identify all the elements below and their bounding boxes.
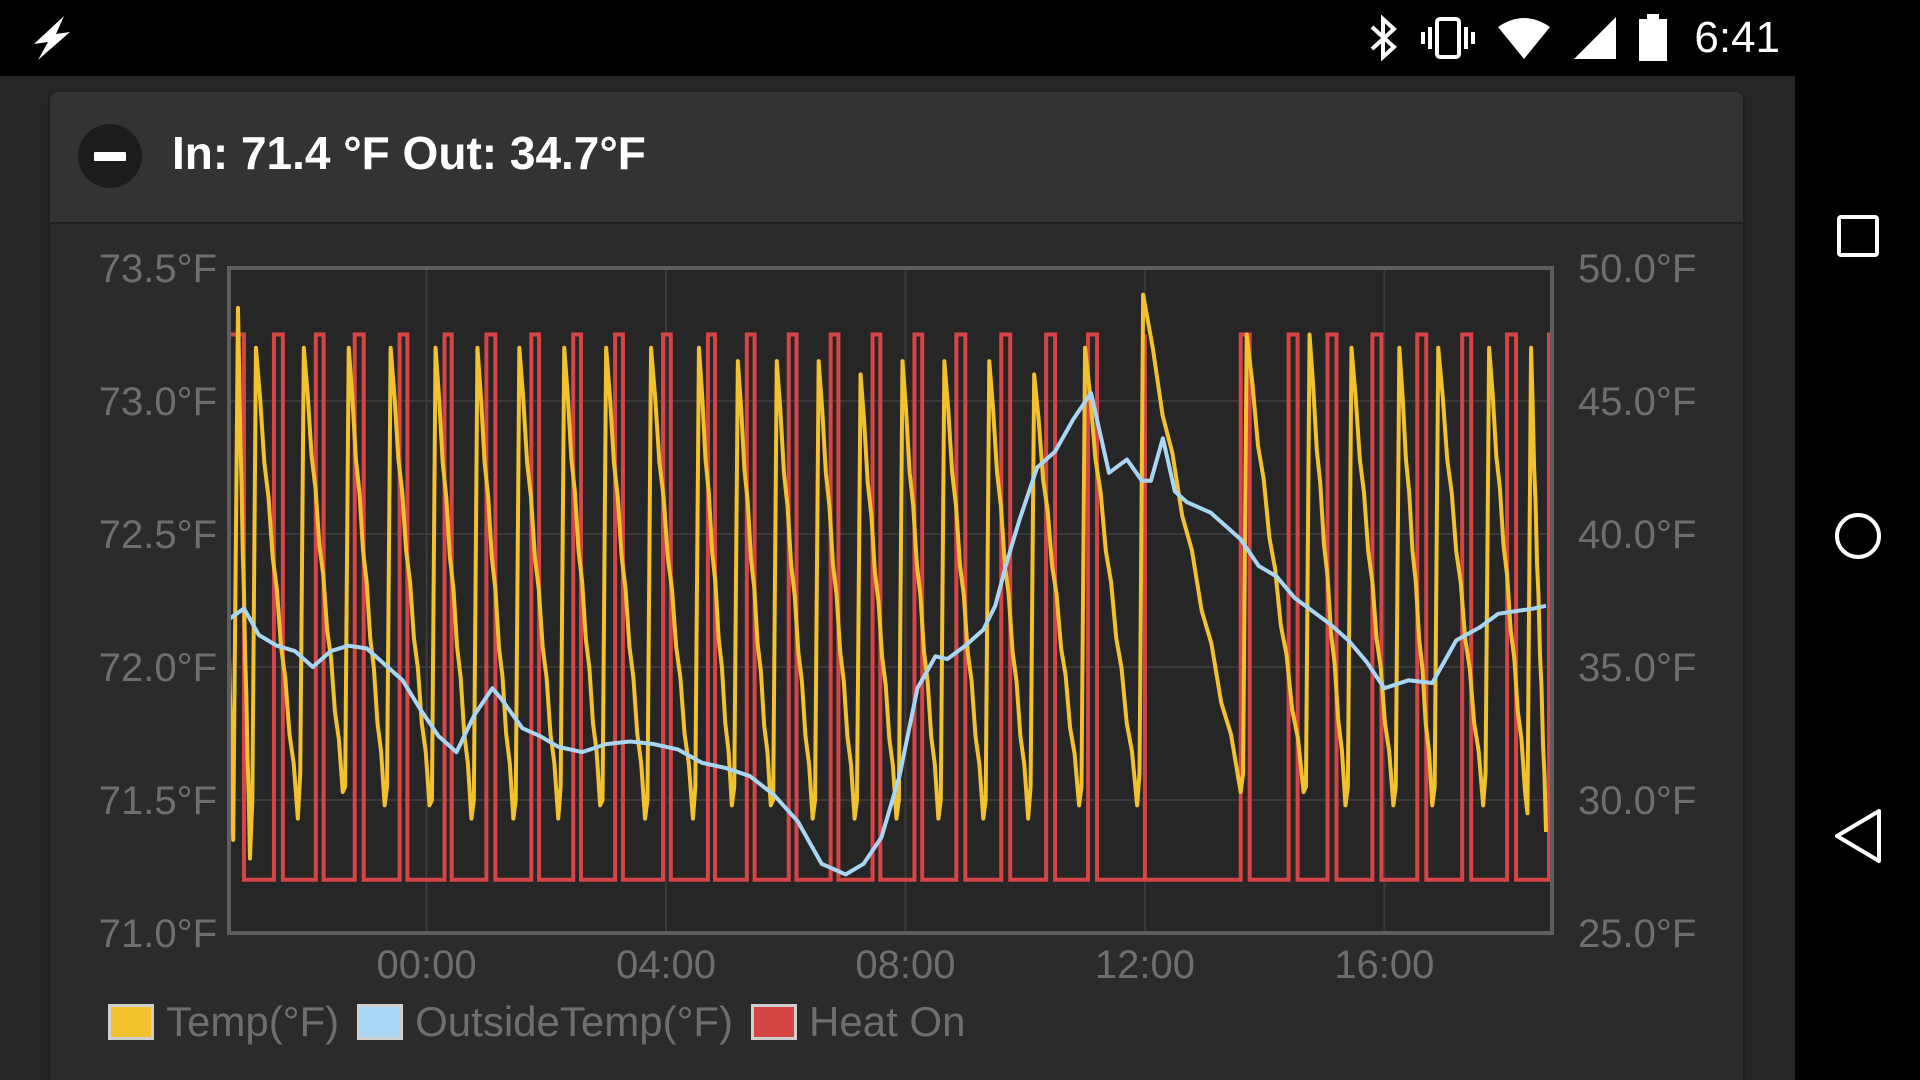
y-right-tick-label: 50.0°F [1578, 247, 1696, 291]
x-tick-label: 12:00 [1095, 943, 1195, 987]
y-right-tick-label: 45.0°F [1578, 380, 1696, 424]
chart-legend: Temp(°F) OutsideTemp(°F) Heat On [108, 998, 965, 1046]
x-tick-label: 16:00 [1334, 943, 1434, 987]
y-right-tick-label: 30.0°F [1578, 779, 1696, 823]
home-circle-icon[interactable] [1822, 500, 1894, 572]
app-screen: 6:41 In: 71.4 °F Out: 34.7°F 73.5°F 73.0°… [0, 0, 1920, 1080]
legend-label-outside-temp: OutsideTemp(°F) [415, 998, 734, 1045]
y-left-tick-label: 73.0°F [99, 380, 217, 424]
back-triangle-icon[interactable] [1822, 800, 1894, 872]
y-left-tick-label: 71.5°F [99, 779, 217, 823]
x-tick-label: 04:00 [616, 943, 716, 987]
legend-swatch-heat-on [751, 1004, 798, 1040]
legend-swatch-temp [108, 1004, 154, 1040]
legend-swatch-outside-temp [357, 1004, 404, 1040]
chart-area: 73.5°F 73.0°F 72.5°F 72.0°F 71.5°F 71.0°F 50.0… [0, 0, 1795, 1080]
y-left-tick-label: 72.5°F [99, 513, 217, 557]
x-tick-label: 00:00 [376, 943, 476, 987]
legend-item-temp: Temp(°F) [108, 998, 339, 1046]
y-right-tick-label: 25.0°F [1578, 912, 1696, 956]
temperature-chart: 73.5°F 73.0°F 72.5°F 72.0°F 71.5°F 71.0°F 50.0… [99, 247, 1697, 987]
x-tick-label: 08:00 [855, 943, 955, 987]
y-left-tick-label: 71.0°F [99, 912, 217, 956]
recents-square-icon[interactable] [1822, 200, 1894, 272]
navigation-bar [1795, 76, 1920, 1080]
y-right-tick-label: 40.0°F [1578, 513, 1696, 557]
y-left-tick-label: 72.0°F [99, 646, 217, 690]
legend-label-heat-on: Heat On [809, 998, 966, 1045]
legend-label-temp: Temp(°F) [166, 998, 340, 1045]
legend-item-outside-temp: OutsideTemp(°F) [357, 998, 733, 1046]
y-left-tick-label: 73.5°F [99, 247, 217, 291]
legend-item-heat-on: Heat On [751, 998, 965, 1046]
y-right-tick-label: 35.0°F [1578, 646, 1696, 690]
